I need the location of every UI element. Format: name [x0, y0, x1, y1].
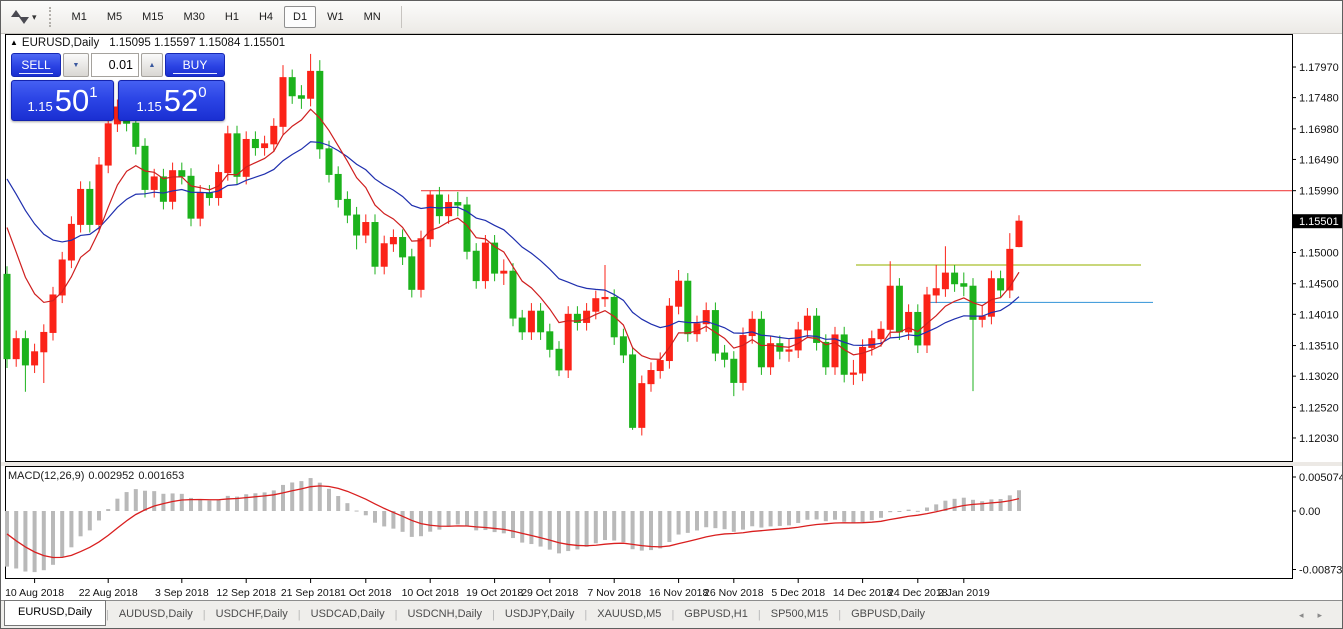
buy-price-point: 0	[198, 84, 206, 101]
svg-text:7 Nov 2018: 7 Nov 2018	[587, 587, 641, 599]
svg-text:1 Oct 2018: 1 Oct 2018	[340, 587, 392, 599]
current-price-badge: 1.15501	[1293, 214, 1343, 228]
svg-text:26 Nov 2018: 26 Nov 2018	[704, 587, 764, 599]
sell-price-pips: 50	[55, 85, 89, 116]
svg-text:1.16490: 1.16490	[1299, 154, 1339, 166]
macd-main-value: 0.002952	[88, 470, 134, 482]
svg-text:2 Jan 2019: 2 Jan 2019	[938, 587, 990, 599]
timeframes-toolbar-icon[interactable]	[10, 8, 30, 26]
svg-text:14 Dec 2018: 14 Dec 2018	[833, 587, 893, 599]
timeframe-button-m5[interactable]: M5	[98, 6, 131, 28]
sell-button[interactable]: SELL	[11, 53, 61, 77]
svg-text:0.005074: 0.005074	[1299, 472, 1343, 484]
tab-gbpusd-daily[interactable]: GBPUSD,Daily	[841, 603, 935, 626]
tab-audusd-daily[interactable]: AUDUSD,Daily	[109, 603, 203, 626]
chart-title: ▲ EURUSD,Daily 1.15095 1.15597 1.15084 1.1…	[10, 37, 285, 49]
svg-text:1.12520: 1.12520	[1299, 402, 1339, 414]
timeframe-button-m1[interactable]: M1	[63, 6, 96, 28]
svg-text:29 Oct 2018: 29 Oct 2018	[521, 587, 578, 599]
sell-price-point: 1	[89, 84, 97, 101]
tab-usdcnh-daily[interactable]: USDCNH,Daily	[397, 603, 492, 626]
sell-price-prefix: 1.15	[27, 99, 52, 114]
svg-text:19 Oct 2018: 19 Oct 2018	[466, 587, 523, 599]
svg-text:10 Aug 2018: 10 Aug 2018	[5, 587, 64, 599]
timeframe-button-group: M1M5M15M30H1H4D1W1MN	[62, 6, 391, 28]
svg-text:0.00: 0.00	[1299, 506, 1320, 518]
svg-text:-0.00873: -0.00873	[1299, 565, 1342, 577]
svg-text:1.16980: 1.16980	[1299, 124, 1339, 136]
svg-text:1.17480: 1.17480	[1299, 93, 1339, 105]
svg-text:1.12030: 1.12030	[1299, 433, 1339, 445]
svg-text:16 Nov 2018: 16 Nov 2018	[649, 587, 709, 599]
trading-terminal-window: ▾ M1M5M15M30H1H4D1W1MN 1.17970 1.17480 1.1…	[0, 0, 1343, 629]
svg-text:12 Sep 2018: 12 Sep 2018	[216, 587, 276, 599]
svg-text:1.15000: 1.15000	[1299, 248, 1339, 260]
svg-text:1.15501: 1.15501	[1299, 216, 1339, 228]
chart-tab-bar: EURUSD,Daily|AUDUSD,Daily|USDCHF,Daily|U…	[1, 600, 1342, 628]
buy-price-box[interactable]: 1.15 52 0	[118, 80, 225, 121]
tab-usdjpy-daily[interactable]: USDJPY,Daily	[495, 603, 585, 626]
timeframe-button-m30[interactable]: M30	[175, 6, 214, 28]
macd-name: MACD(12,26,9)	[8, 470, 84, 482]
timeframe-button-w1[interactable]: W1	[318, 6, 353, 28]
svg-text:1.15990: 1.15990	[1299, 186, 1339, 198]
macd-signal-value: 0.001653	[138, 470, 184, 482]
svg-text:1.17970: 1.17970	[1299, 62, 1339, 74]
timeframe-button-h1[interactable]: H1	[216, 6, 248, 28]
svg-text:5 Dec 2018: 5 Dec 2018	[771, 587, 825, 599]
toolbar-grip[interactable]	[49, 7, 54, 27]
svg-text:21 Sep 2018: 21 Sep 2018	[281, 587, 341, 599]
timeframe-button-h4[interactable]: H4	[250, 6, 282, 28]
macd-indicator-label: MACD(12,26,9) 0.002952 0.001653	[8, 470, 188, 482]
tab-usdchf-daily[interactable]: USDCHF,Daily	[206, 603, 298, 626]
buy-price-pips: 52	[164, 85, 198, 116]
chart-symbol-label: EURUSD,Daily	[22, 37, 99, 49]
svg-text:3 Sep 2018: 3 Sep 2018	[155, 587, 209, 599]
svg-text:22 Aug 2018: 22 Aug 2018	[79, 587, 138, 599]
collapse-icon[interactable]: ▲	[10, 38, 18, 47]
timeframe-button-d1[interactable]: D1	[284, 6, 316, 28]
tab-scroll-arrows[interactable]: ◂▸	[1299, 610, 1336, 621]
volume-decrease-button[interactable]: ▼	[63, 53, 89, 77]
tab-sp500-m15[interactable]: SP500,M15	[761, 603, 838, 626]
buy-price-prefix: 1.15	[136, 99, 161, 114]
tab-eurusd-daily[interactable]: EURUSD,Daily	[4, 600, 106, 626]
one-click-trade-widget: SELL ▼ 0.01 ▲ BUY 1.15 50 1 1.15 52 0	[11, 53, 225, 121]
svg-text:1.14010: 1.14010	[1299, 309, 1339, 321]
sell-price-box[interactable]: 1.15 50 1	[11, 80, 114, 121]
svg-text:1.13020: 1.13020	[1299, 371, 1339, 383]
buy-button[interactable]: BUY	[165, 53, 225, 77]
toolbar: ▾ M1M5M15M30H1H4D1W1MN	[1, 1, 1342, 34]
tab-xauusd-m5[interactable]: XAUUSD,M5	[587, 603, 671, 626]
down-arrow-glyph	[19, 17, 29, 24]
chart-window: 1.179701.174801.169801.164901.159901.150…	[1, 34, 1343, 602]
trade-widget-controls: SELL ▼ 0.01 ▲ BUY	[11, 53, 225, 77]
tab-usdcad-daily[interactable]: USDCAD,Daily	[301, 603, 395, 626]
svg-text:10 Oct 2018: 10 Oct 2018	[402, 587, 459, 599]
timeframe-button-mn[interactable]: MN	[355, 6, 390, 28]
chart-ohlc-values: 1.15095 1.15597 1.15084 1.15501	[109, 37, 285, 49]
volume-input[interactable]: 0.01	[91, 53, 139, 77]
toolbar-dropdown-caret-icon[interactable]: ▾	[32, 12, 37, 23]
timeframe-button-m15[interactable]: M15	[133, 6, 172, 28]
volume-increase-button[interactable]: ▲	[141, 53, 163, 77]
svg-text:1.13510: 1.13510	[1299, 341, 1339, 353]
up-arrow-glyph	[11, 10, 21, 17]
toolbar-separator	[401, 6, 402, 28]
svg-text:1.14500: 1.14500	[1299, 279, 1339, 291]
tab-gbpusd-h1[interactable]: GBPUSD,H1	[674, 603, 758, 626]
trade-widget-prices: 1.15 50 1 1.15 52 0	[11, 80, 225, 121]
